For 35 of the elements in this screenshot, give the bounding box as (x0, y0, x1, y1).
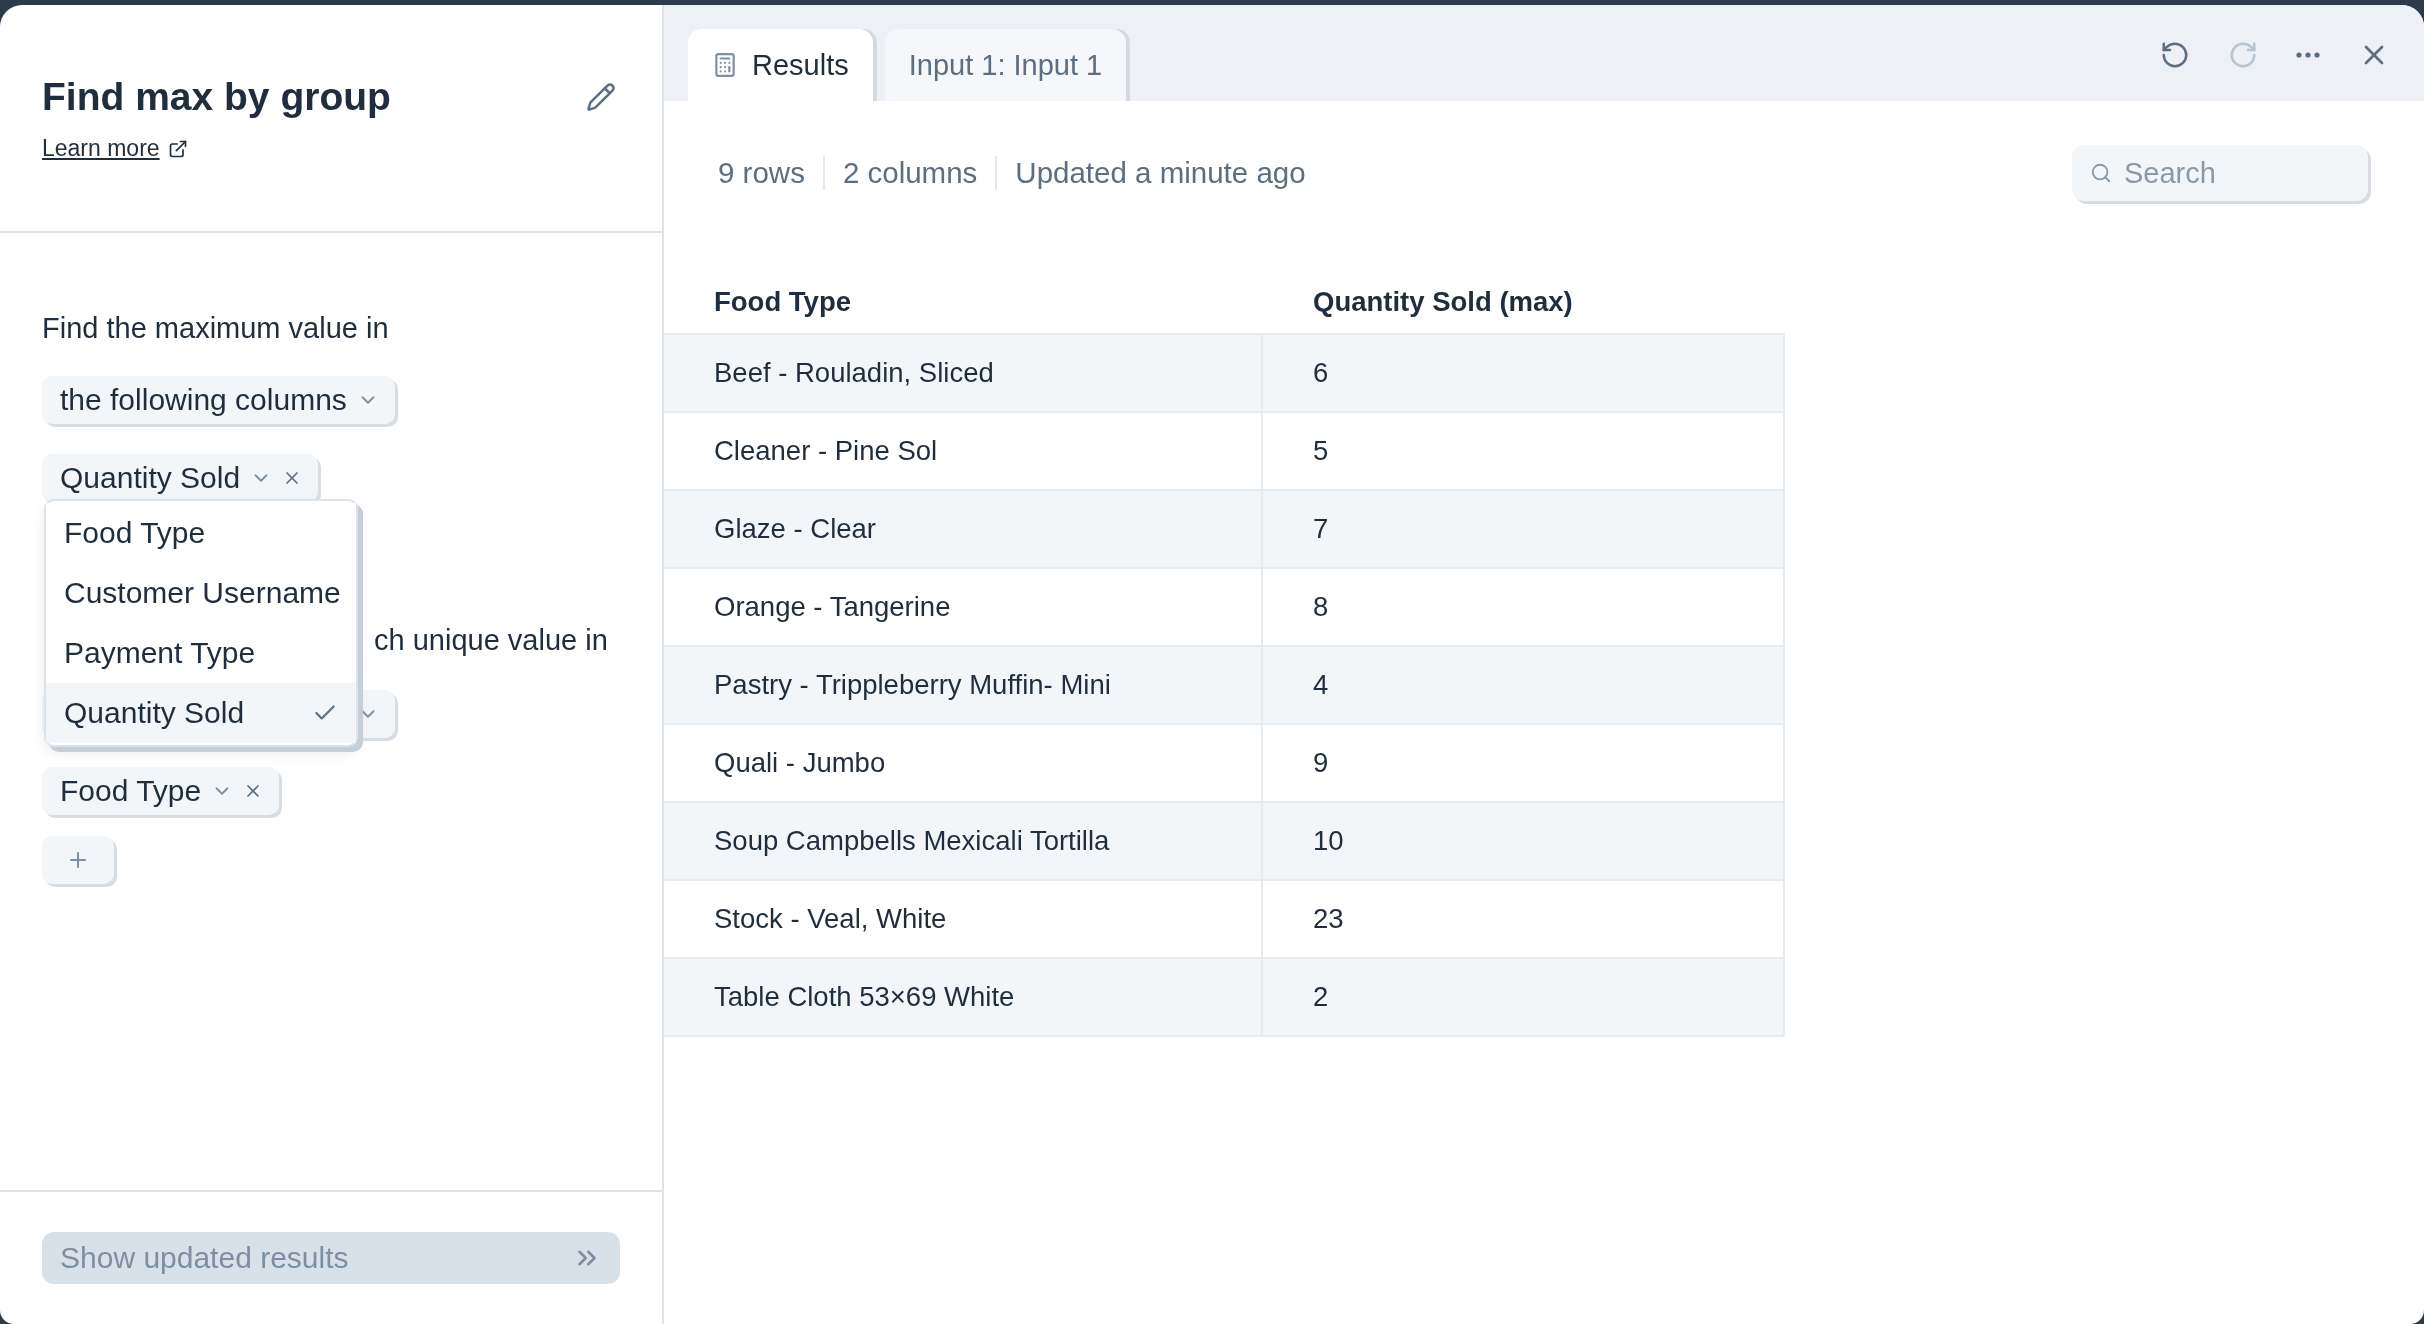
table-cell-text: 10 (1312, 824, 1345, 858)
table-cell-text: 2 (1312, 980, 1330, 1014)
table-cell-text: 23 (1312, 902, 1345, 936)
column-header: Food Type (713, 286, 852, 318)
table-cell-text: 8 (1312, 590, 1330, 624)
column-header: Quantity Sold (max) (1312, 286, 1574, 318)
table-cell-text: 4 (1312, 668, 1330, 702)
search-icon (2090, 162, 2112, 184)
panel-title: Find max by group (42, 75, 391, 119)
group-prompt: ch unique value in (374, 624, 608, 656)
stat-text: 2 columns (822, 156, 996, 190)
stat-text: Updated a minute ago (995, 156, 1324, 190)
table-cell: Table Cloth 53×69 White (664, 959, 1263, 1035)
mode-select[interactable]: the following columns (42, 376, 395, 424)
column-chip[interactable]: Food Type (42, 767, 280, 815)
stat-text: 9 rows (718, 156, 806, 190)
learn-more-link[interactable]: Learn more (42, 135, 188, 162)
search-field[interactable]: Search (2072, 145, 2368, 201)
prompt-text: Find the maximum value in (42, 312, 389, 344)
calculator-icon (712, 52, 738, 78)
menu-item[interactable]: Food Type (46, 503, 356, 563)
external-link-icon (167, 138, 188, 159)
table-cell-text: 9 (1312, 746, 1330, 780)
table-cell-text: 6 (1312, 356, 1330, 390)
column-chip[interactable]: Quantity Sold (42, 454, 319, 502)
menu-item[interactable]: Payment Type (46, 623, 356, 683)
menu-item[interactable]: Customer Username (46, 563, 356, 623)
table-cell-text: 5 (1312, 434, 1330, 468)
more-icon (2296, 52, 2320, 58)
menu-item[interactable]: Quantity Sold (46, 683, 356, 743)
tab[interactable]: Input 1: Input 1 (884, 29, 1127, 101)
pencil-icon (586, 82, 616, 112)
table-cell-text: 7 (1312, 512, 1330, 546)
undo-icon (2160, 40, 2190, 70)
redo-icon (2228, 40, 2258, 70)
